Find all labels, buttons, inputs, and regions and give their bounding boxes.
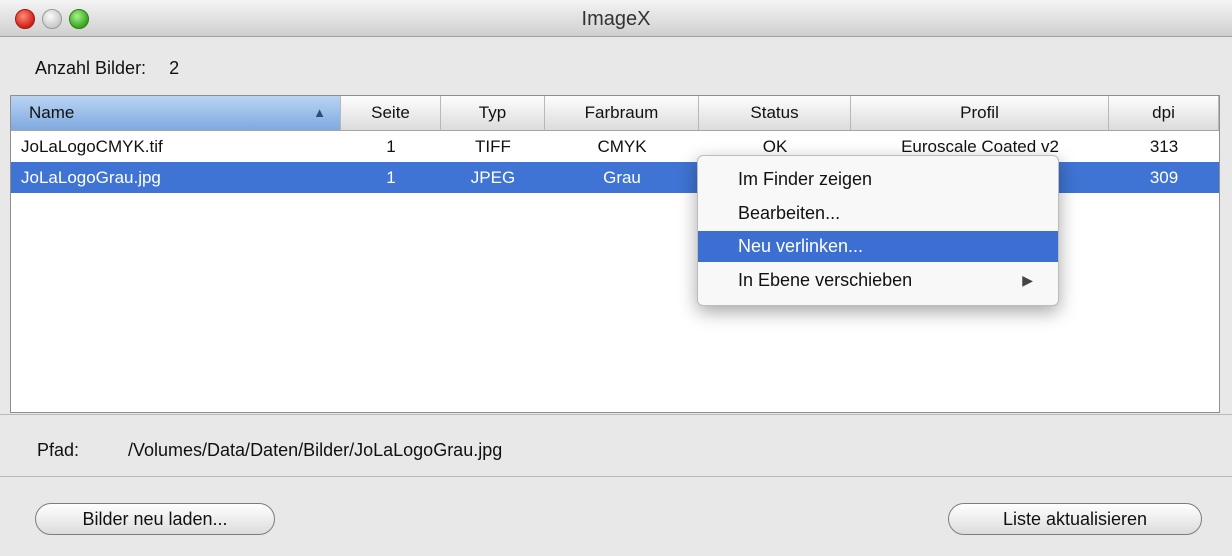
path-value: /Volumes/Data/Daten/Bilder/JoLaLogoGrau.… [128,440,503,460]
image-count-value: 2 [169,58,180,78]
cell-type: JPEG [470,168,516,187]
column-header-status[interactable]: Status [699,96,851,130]
cell-type: TIFF [475,137,511,156]
cell-page: 1 [386,137,396,156]
path-label: Pfad: [37,440,80,460]
cell-colorspace: Grau [603,168,641,187]
menu-item-move-to-layer[interactable]: In Ebene verschieben ▶ [698,265,1058,296]
window-title: ImageX [581,8,651,30]
cell-name: JoLaLogoGrau.jpg [21,168,161,187]
cell-dpi: 313 [1149,137,1179,156]
menu-item-edit[interactable]: Bearbeiten... [698,198,1058,229]
reload-images-button[interactable]: Bilder neu laden... [35,503,275,535]
menu-item-show-in-finder[interactable]: Im Finder zeigen [698,164,1058,195]
menu-item-relink[interactable]: Neu verlinken... [698,231,1058,262]
column-header-dpi[interactable]: dpi [1109,96,1219,130]
title-bar[interactable]: ImageX [0,0,1232,37]
cell-dpi: 309 [1149,168,1179,187]
column-header-colorspace[interactable]: Farbraum [545,96,699,130]
submenu-arrow-icon: ▶ [1022,272,1033,288]
table-header: Name ▲ Seite Typ Farbraum Status Profil … [11,96,1219,131]
divider [0,414,1232,415]
column-header-label: Name [29,103,75,122]
column-header-page[interactable]: Seite [341,96,441,130]
cell-page: 1 [386,168,396,187]
refresh-list-button[interactable]: Liste aktualisieren [948,503,1202,535]
divider [0,476,1232,477]
cell-colorspace: CMYK [597,137,647,156]
context-menu[interactable]: Im Finder zeigen Bearbeiten... Neu verli… [697,155,1059,306]
cell-name: JoLaLogoCMYK.tif [21,137,163,156]
column-header-type[interactable]: Typ [441,96,545,130]
menu-item-label: In Ebene verschieben [738,270,913,290]
image-count-row: Anzahl Bilder: 2 [35,58,179,79]
sort-ascending-icon: ▲ [313,105,326,120]
column-header-name[interactable]: Name ▲ [11,96,341,130]
image-count-label: Anzahl Bilder: [35,58,147,78]
column-header-profile[interactable]: Profil [851,96,1109,130]
